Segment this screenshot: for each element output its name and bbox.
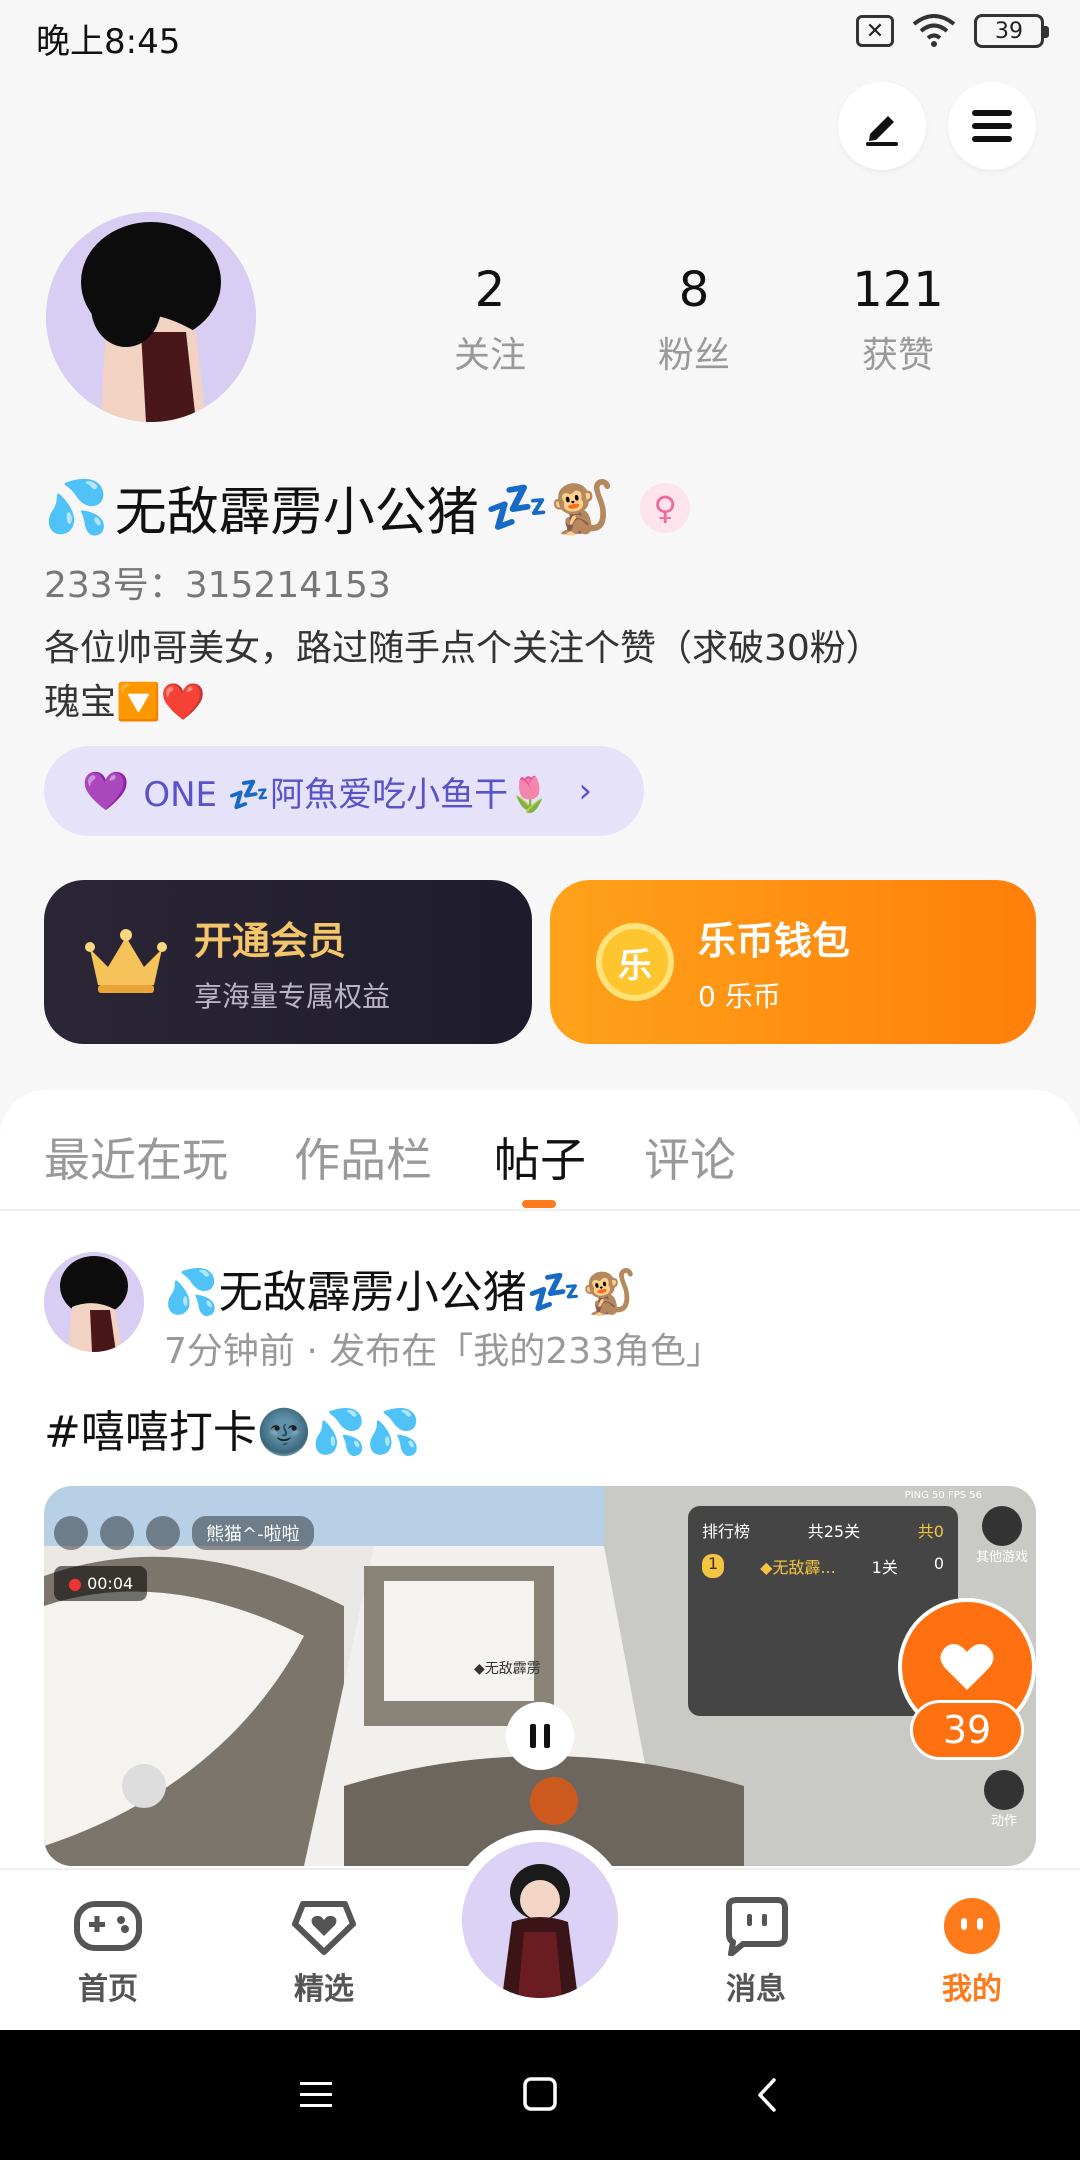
action-button[interactable]: 动作 bbox=[984, 1770, 1024, 1829]
tab-divider bbox=[0, 1209, 1080, 1211]
chat-bubble-icon bbox=[726, 1897, 788, 1957]
chat-icon[interactable] bbox=[100, 1516, 134, 1550]
leaderboard-level: 1关 bbox=[871, 1558, 898, 1577]
tab-comments[interactable]: 评论 bbox=[644, 1124, 736, 1190]
likes-stat[interactable]: 121 获赞 bbox=[808, 262, 988, 378]
post-text: #嘻嘻打卡🌚💦💦 bbox=[44, 1407, 422, 1458]
heart-badge-icon bbox=[292, 1901, 356, 1955]
home-square-icon[interactable] bbox=[522, 2076, 558, 2112]
likes-count: 121 bbox=[852, 262, 944, 318]
leaderboard-title: 排行榜 bbox=[702, 1522, 751, 1541]
likes-label: 获赞 bbox=[861, 335, 934, 376]
one-tag-label: ONE 💤阿魚爱吃小鱼干🌷 bbox=[143, 774, 551, 815]
like-count: 39 bbox=[942, 1708, 992, 1752]
edit-profile-button[interactable] bbox=[838, 82, 926, 170]
player-tag: 熊猫^-啦啦 bbox=[192, 1516, 314, 1550]
vip-card[interactable]: 开通会员 享海量专属权益 bbox=[44, 880, 532, 1044]
one-relationship-tag[interactable]: 💜 ONE 💤阿魚爱吃小鱼干🌷 › bbox=[44, 746, 644, 836]
leaderboard-total2: 共0 bbox=[917, 1522, 944, 1541]
nav-home-label: 首页 bbox=[78, 1972, 138, 2007]
profile-name: 💦 无敌霹雳小公猪 💤🐒 ♀ bbox=[44, 470, 691, 545]
profile-bio: 各位帅哥美女，路过随手点个关注个赞（求破30粉） 瑰宝🔽❤️ bbox=[44, 622, 1044, 730]
vip-subtitle: 享海量专属权益 bbox=[194, 979, 391, 1013]
system-nav-bar bbox=[0, 2030, 1080, 2160]
chevron-right-icon: › bbox=[578, 771, 593, 811]
following-count: 2 bbox=[474, 262, 506, 318]
back-icon[interactable] bbox=[754, 2076, 780, 2114]
pause-icon bbox=[530, 1724, 550, 1748]
friends-icon[interactable] bbox=[146, 1516, 180, 1550]
timer-value: 00:04 bbox=[87, 1574, 134, 1593]
post-author-name[interactable]: 💦无敌霹雳小公猪💤🐒 bbox=[164, 1256, 636, 1320]
following-label: 关注 bbox=[453, 335, 526, 376]
recording-timer: ● 00:04 bbox=[54, 1566, 148, 1601]
bio-line-1: 各位帅哥美女，路过随手点个关注个赞（求破30粉） bbox=[44, 628, 882, 669]
name-text: 无敌霹雳小公猪 bbox=[114, 483, 479, 543]
crown-icon bbox=[84, 927, 168, 997]
nav-mine[interactable]: 我的 bbox=[912, 1896, 1032, 2008]
following-stat[interactable]: 2 关注 bbox=[400, 262, 580, 378]
battery-icon: 39 bbox=[974, 14, 1049, 48]
recent-apps-icon[interactable] bbox=[298, 2078, 334, 2112]
profile-avatar[interactable] bbox=[46, 212, 256, 422]
list-icon[interactable] bbox=[54, 1516, 88, 1550]
wallet-title: 乐币钱包 bbox=[698, 918, 851, 963]
nav-home[interactable]: 首页 bbox=[48, 1896, 168, 2008]
player-name-tag: ◆无敌霹雳 bbox=[474, 1661, 541, 1677]
other-games-button[interactable]: 其他游戏 bbox=[976, 1506, 1028, 1565]
face-active-icon bbox=[944, 1898, 1000, 1954]
ghost-icon bbox=[984, 1770, 1024, 1810]
nav-messages-label: 消息 bbox=[726, 1972, 786, 2007]
name-prefix-emoji: 💦 bbox=[44, 478, 109, 538]
menu-button[interactable] bbox=[948, 82, 1036, 170]
fans-label: 粉丝 bbox=[657, 335, 730, 376]
no-sim-icon: ✕ bbox=[856, 15, 894, 47]
tab-works[interactable]: 作品栏 bbox=[294, 1124, 432, 1190]
video-toolbar: 熊猫^-啦啦 bbox=[54, 1516, 314, 1550]
nav-messages[interactable]: 消息 bbox=[696, 1896, 816, 2008]
battery-level: 39 bbox=[995, 18, 1023, 44]
like-count-badge: 39 bbox=[910, 1700, 1024, 1760]
gamepad-icon bbox=[74, 1901, 142, 1951]
coin-char: 乐 bbox=[618, 945, 652, 986]
menu-icon bbox=[972, 110, 1012, 142]
profile-tabs: 最近在玩 作品栏 帖子 评论 bbox=[0, 1090, 1080, 1210]
bio-line-2: 瑰宝🔽❤️ bbox=[44, 682, 206, 723]
action-label: 动作 bbox=[990, 1814, 1017, 1829]
coin-icon: 乐 bbox=[596, 923, 674, 1001]
wallet-card[interactable]: 乐 乐币钱包 0 乐币 bbox=[550, 880, 1036, 1044]
user-id[interactable]: 233号：315214153 bbox=[44, 556, 391, 608]
record-dot-icon: ● bbox=[68, 1574, 82, 1593]
tab-recently-played[interactable]: 最近在玩 bbox=[44, 1124, 228, 1190]
gender-female-icon: ♀ bbox=[640, 482, 691, 533]
name-suffix-emoji: 💤🐒 bbox=[484, 478, 615, 538]
status-time: 晚上8:45 bbox=[36, 22, 181, 62]
heart-icon: 💜 bbox=[82, 768, 130, 813]
tab-posts[interactable]: 帖子 bbox=[494, 1124, 586, 1190]
wifi-icon bbox=[912, 14, 956, 47]
tab-indicator bbox=[522, 1200, 556, 1208]
leaderboard-player: ◆无敌霹... bbox=[760, 1558, 836, 1577]
post-meta[interactable]: 7分钟前 · 发布在「我的233角色」 bbox=[164, 1322, 722, 1374]
pen-icon bbox=[866, 116, 898, 146]
planet-icon bbox=[981, 1506, 1022, 1546]
nav-featured[interactable]: 精选 bbox=[264, 1896, 384, 2008]
pause-button[interactable] bbox=[506, 1702, 574, 1770]
leaderboard-rank: 1 bbox=[702, 1554, 725, 1578]
fans-stat[interactable]: 8 粉丝 bbox=[604, 262, 784, 378]
other-games-label: 其他游戏 bbox=[975, 1550, 1028, 1565]
heart-like-icon bbox=[940, 1644, 994, 1690]
post-video[interactable]: 熊猫^-啦啦 ● 00:04 PING 50 FPS 56 排行榜 共25关 共… bbox=[44, 1486, 1036, 1866]
nav-featured-label: 精选 bbox=[294, 1972, 354, 2007]
status-bar: 晚上8:45 ✕ 39 bbox=[0, 0, 1080, 70]
post-author-avatar[interactable] bbox=[44, 1252, 144, 1352]
wallet-balance: 0 乐币 bbox=[698, 979, 781, 1013]
leaderboard-score: 0 bbox=[933, 1554, 944, 1573]
leaderboard-total: 共25关 bbox=[807, 1522, 861, 1541]
nav-mine-label: 我的 bbox=[942, 1972, 1002, 2007]
center-avatar[interactable] bbox=[462, 1842, 618, 1998]
fans-count: 8 bbox=[678, 262, 710, 318]
fps-readout: PING 50 FPS 56 bbox=[904, 1490, 982, 1501]
vip-title: 开通会员 bbox=[194, 918, 347, 963]
